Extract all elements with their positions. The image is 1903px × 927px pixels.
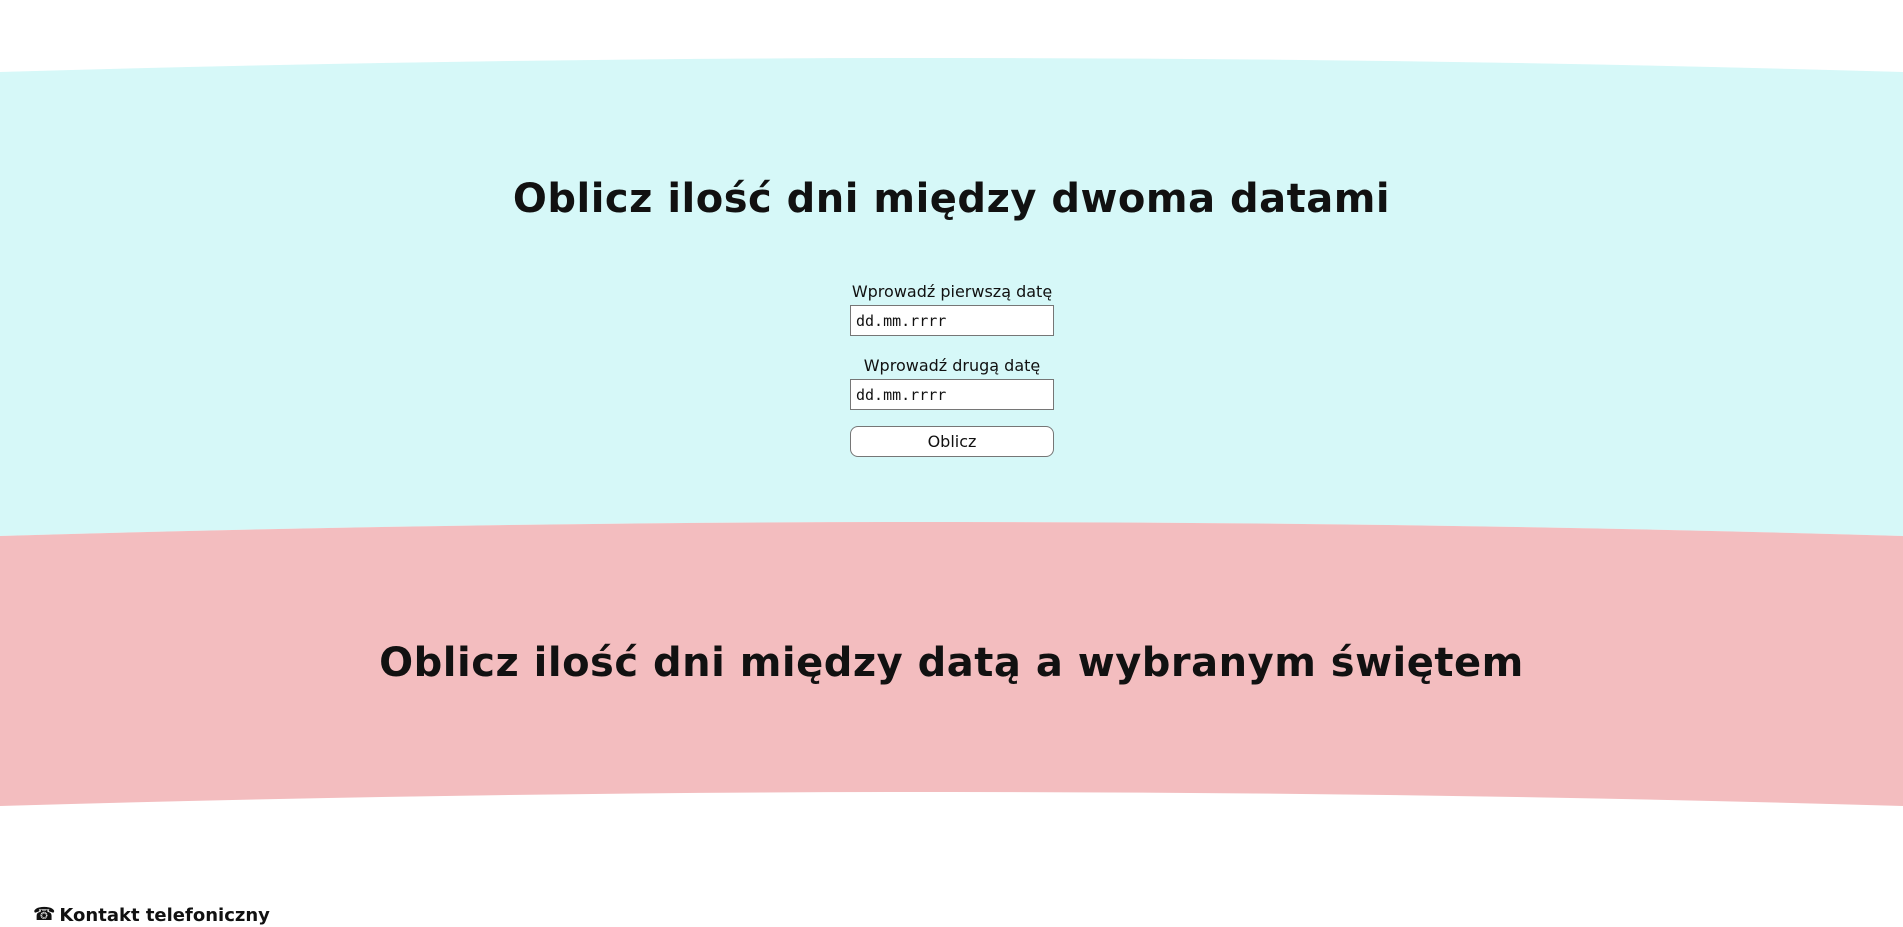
page: Oblicz ilość dni między dwoma datami Wpr… bbox=[0, 0, 1903, 927]
second-date-input[interactable]: dd.mm.rrrr bbox=[850, 379, 1054, 410]
first-date-input[interactable]: dd.mm.rrrr bbox=[850, 305, 1054, 336]
telephone-icon: ☎ bbox=[33, 904, 56, 925]
second-date-placeholder: dd.mm.rrrr bbox=[856, 385, 947, 404]
first-date-placeholder: dd.mm.rrrr bbox=[856, 311, 947, 330]
section2-title: Oblicz ilość dni między datą a wybranym … bbox=[379, 640, 1524, 686]
section1-title: Oblicz ilość dni między dwoma datami bbox=[512, 176, 1391, 222]
phone-contact-label: Kontakt telefoniczny bbox=[59, 904, 270, 926]
first-date-label: Wprowadź pierwszą datę bbox=[851, 282, 1053, 301]
date-difference-form: Wprowadź pierwszą datę dd.mm.rrrr Wprowa… bbox=[850, 282, 1054, 457]
second-date-label: Wprowadź drugą datę bbox=[863, 356, 1041, 375]
calculate-button[interactable]: Oblicz bbox=[850, 426, 1054, 457]
phone-contact-link[interactable]: ☎ Kontakt telefoniczny bbox=[33, 904, 270, 926]
